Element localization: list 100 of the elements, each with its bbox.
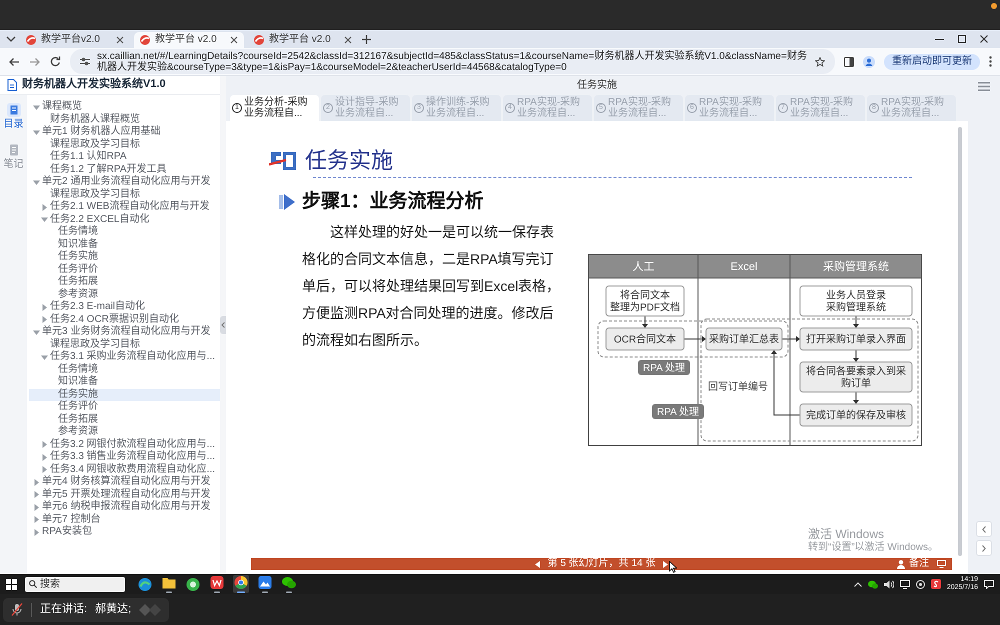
tree-item[interactable]: 任务拓展 (29, 276, 220, 288)
tree-item[interactable]: 财务机器人课程概览 (29, 114, 220, 126)
caret-icon[interactable] (33, 328, 40, 336)
caret-icon[interactable] (33, 528, 40, 536)
catalog-tab[interactable]: 目录 (4, 103, 24, 131)
ring-icon[interactable] (916, 580, 925, 588)
folder-icon[interactable] (161, 575, 177, 593)
profile-icon[interactable] (863, 56, 875, 68)
collapse-handle[interactable] (220, 316, 226, 334)
app-tile-icon[interactable] (930, 579, 941, 589)
tree-item[interactable]: 课程思政及学习目标 (29, 338, 220, 351)
tree-item[interactable]: 知识准备 (29, 376, 220, 388)
previous-button[interactable] (976, 521, 992, 537)
tree-item[interactable]: 课程思政及学习目标 (29, 138, 220, 151)
caret-icon[interactable] (33, 504, 40, 511)
monitor-icon[interactable] (900, 580, 910, 588)
tree-item[interactable]: 知识准备 (29, 238, 220, 251)
browser-tab[interactable]: 教学平台v2.0 (20, 32, 130, 48)
screen-icon[interactable] (937, 560, 946, 568)
chat-bubbles-icon[interactable] (281, 575, 297, 593)
tree-item[interactable]: 参考资源 (29, 288, 220, 301)
tree-item[interactable]: 任务2.1 WEB流程自动化应用与开发 (29, 201, 220, 214)
minimize-icon[interactable] (935, 38, 944, 40)
caret-icon[interactable] (41, 466, 48, 474)
caret-icon[interactable] (41, 216, 48, 224)
site-settings-icon[interactable] (80, 57, 90, 66)
next-button[interactable] (976, 540, 992, 556)
tree-item[interactable]: 任务2.2 EXCEL自动化 (29, 214, 220, 226)
caret-icon[interactable] (33, 104, 40, 111)
process-step: 完成订单的保存及审核 (799, 404, 912, 426)
tree-item[interactable]: 课程概览 (29, 101, 220, 114)
caret-icon[interactable] (33, 516, 40, 524)
tree-item[interactable]: 任务情境 (29, 226, 220, 238)
tree-item[interactable]: 任务1.1 认知RPA (29, 151, 220, 164)
speaker-icon[interactable] (884, 580, 894, 588)
caret-icon[interactable] (33, 128, 40, 136)
mountain-app-icon[interactable] (257, 575, 273, 593)
star-icon[interactable] (815, 56, 825, 66)
browser-tab[interactable]: 教学平台 v2.0 (134, 32, 244, 48)
close-icon[interactable] (230, 36, 238, 44)
caret-icon[interactable] (33, 491, 40, 498)
tree-item[interactable]: 课程思政及学习目标 (29, 188, 220, 201)
notification-icon[interactable] (984, 580, 994, 588)
tree-item[interactable]: 任务2.4 OCR票据识别自动化 (29, 314, 220, 326)
tree-item[interactable]: 任务1.2 了解RPA开发工具 (29, 164, 220, 176)
caret-icon[interactable] (33, 178, 40, 186)
maximize-icon[interactable] (958, 35, 966, 43)
tree-item[interactable]: 单元7 控制台 (29, 514, 220, 526)
address-field[interactable]: sx.caillian.net/#/LearningDetails?courseId=2542&classId=312167&subjectId=485&classStatus=1&courseName=财务机器人开发实验系统V1.0&className=财务机器人开发实验&courseType=3&type=1&isPay=1&courseModel=2&teacherUserId=44568&catalogType=0 (70, 49, 835, 74)
ring-logo-icon[interactable] (233, 575, 249, 593)
w-logo-icon[interactable] (209, 575, 225, 593)
tree-item[interactable]: 任务情境 (29, 364, 220, 376)
tree-item[interactable]: 任务拓展 (29, 414, 220, 426)
tree-item[interactable]: 单元3 业务财务流程自动化应用与开发 (29, 326, 220, 338)
tree-item[interactable]: 单元6 纳税申报流程自动化应用与开发 (29, 501, 220, 514)
previous-triangle-icon[interactable] (534, 560, 540, 568)
tree-item[interactable]: 任务实施 (29, 388, 220, 401)
caret-icon[interactable] (41, 454, 48, 461)
tree-item[interactable]: 任务3.3 销售业务流程自动化应用与... (29, 451, 220, 464)
search-field[interactable]: 搜索 (25, 576, 125, 592)
next-triangle-icon[interactable] (663, 560, 668, 568)
update-button[interactable]: 重新启动即可更新 (884, 54, 980, 70)
forward-icon[interactable] (29, 56, 41, 66)
tree-item[interactable]: 单元2 通用业务流程自动化应用与开发 (29, 176, 220, 188)
chevron-down-icon[interactable] (6, 36, 16, 42)
tree-item[interactable]: 任务3.2 网银付款流程自动化应用与... (29, 438, 220, 451)
tree-item[interactable]: 任务3.1 采购业务流程自动化应用与... (29, 351, 220, 364)
windows-logo-icon[interactable] (6, 578, 17, 590)
reload-icon[interactable] (50, 56, 61, 67)
close-icon[interactable] (116, 36, 124, 44)
tree-item[interactable]: 任务评价 (29, 264, 220, 276)
scrollbar-thumb[interactable] (958, 127, 962, 556)
caret-icon[interactable] (33, 478, 40, 486)
caret-icon[interactable] (41, 441, 48, 448)
tree-item[interactable]: 任务3.4 网银收款费用流程自动化应... (29, 464, 220, 476)
tree-item[interactable]: 任务2.3 E-mail自动化 (29, 301, 220, 314)
sidebar-icon[interactable] (844, 56, 854, 66)
tree-item[interactable]: 单元1 财务机器人应用基础 (29, 126, 220, 138)
notes-button[interactable]: 备注 (897, 558, 929, 570)
ring-app-icon[interactable] (185, 576, 201, 592)
more-icon[interactable] (989, 56, 992, 67)
chevron-up-icon[interactable] (854, 582, 862, 586)
browser-tab[interactable]: 教学平台 v2.0 (248, 32, 358, 48)
back-icon[interactable] (8, 56, 20, 66)
plus-icon[interactable] (362, 34, 371, 44)
caret-icon[interactable] (41, 204, 48, 211)
tree-item[interactable]: 任务实施 (29, 251, 220, 264)
tree-item[interactable]: 单元5 开票处理流程自动化应用与开发 (29, 488, 220, 501)
tree-item[interactable]: RPA安装包 (29, 526, 220, 538)
swirl-app-icon[interactable] (137, 576, 153, 592)
tree-item[interactable]: 任务评价 (29, 401, 220, 414)
caret-icon[interactable] (41, 316, 48, 324)
tree-item[interactable]: 单元4 财务核算流程自动化应用与开发 (29, 476, 220, 488)
close-icon[interactable] (344, 36, 352, 44)
menu-icon[interactable] (978, 82, 990, 91)
caret-icon[interactable] (41, 304, 48, 311)
tree-item[interactable]: 参考资源 (29, 426, 220, 438)
caret-icon[interactable] (41, 354, 48, 361)
chat-bubbles-icon[interactable] (868, 580, 878, 588)
close-icon[interactable] (980, 35, 988, 43)
